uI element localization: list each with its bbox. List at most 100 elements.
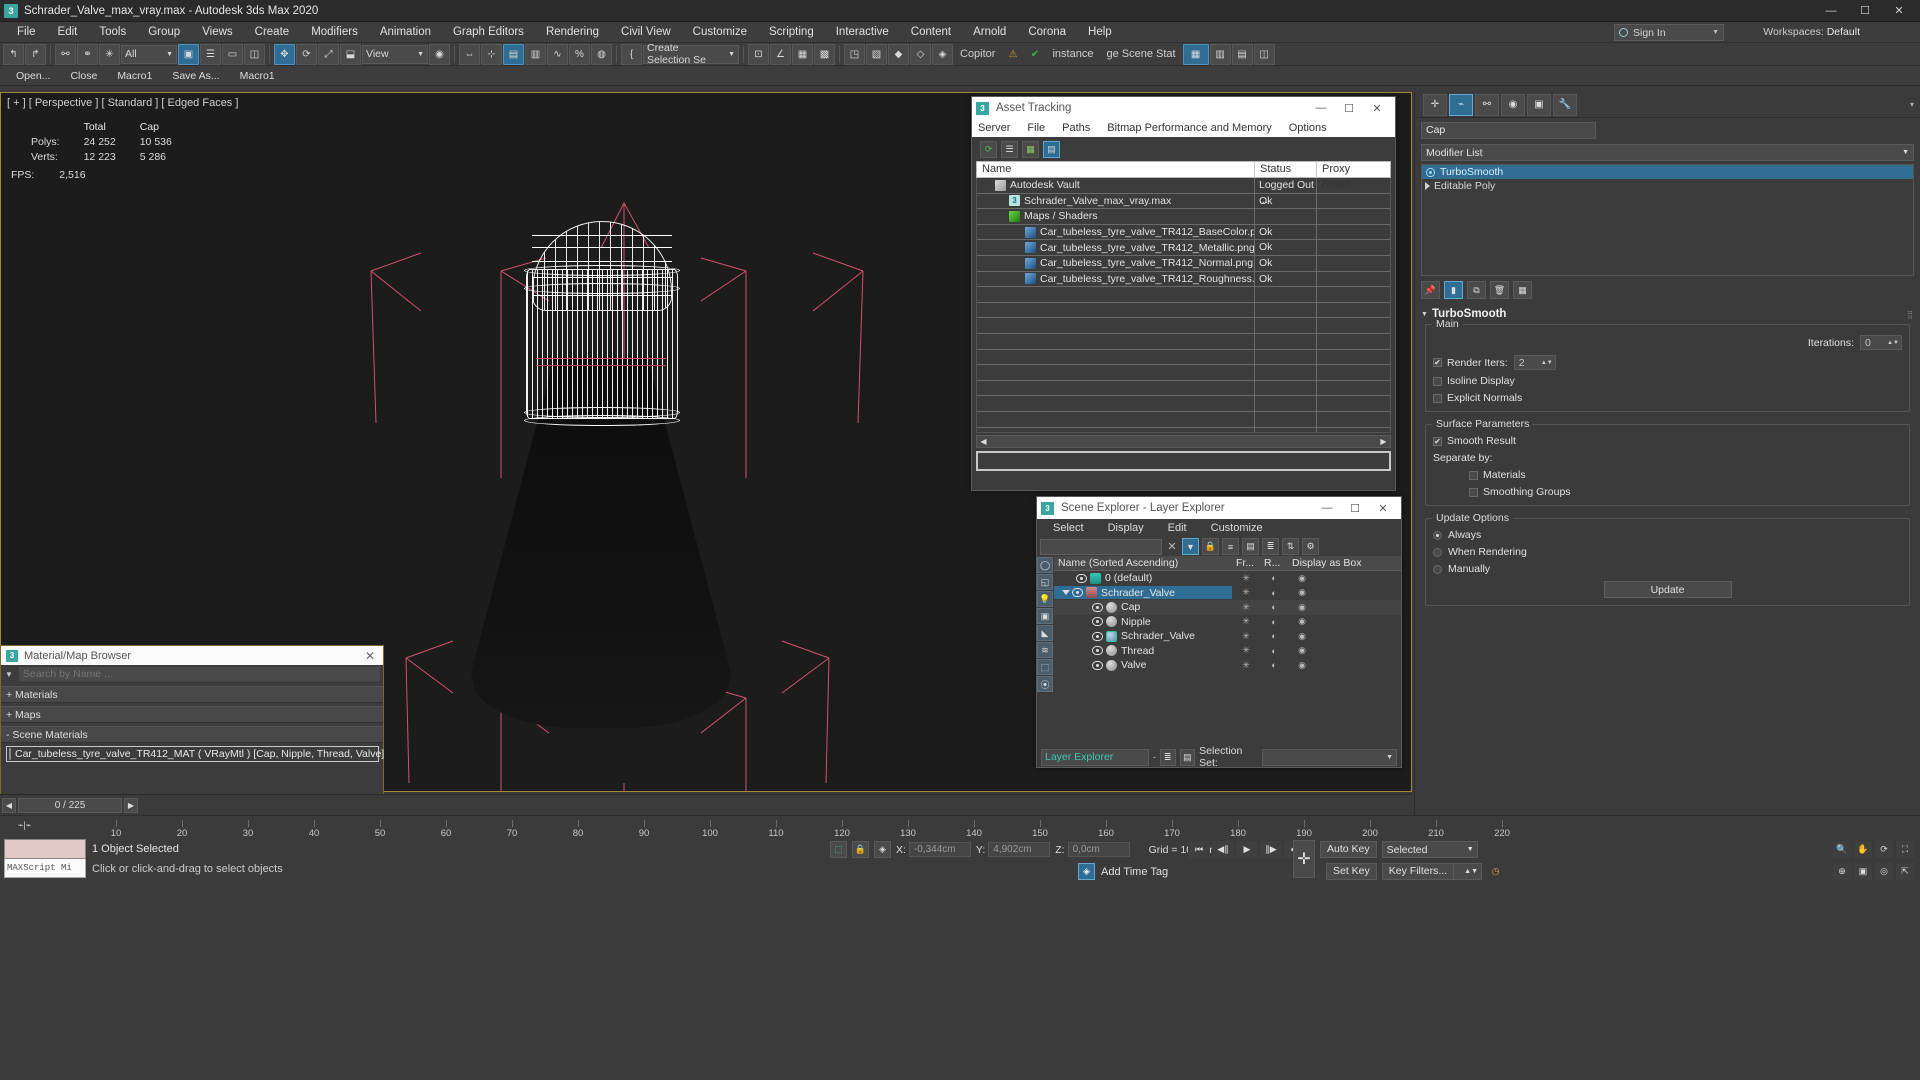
walkthrough-icon[interactable]: ⇱ xyxy=(1896,863,1914,880)
visibility-eye-icon[interactable] xyxy=(1072,588,1083,598)
menu-arnold[interactable]: Arnold xyxy=(962,22,1017,43)
tab-hierarchy[interactable]: ⚯ xyxy=(1475,93,1499,116)
tab-motion[interactable]: ◉ xyxy=(1501,93,1525,116)
explorer-table-icon[interactable]: ▤ xyxy=(1179,748,1196,766)
list-item[interactable]: Thread ✳ ◐ ◉ xyxy=(1054,644,1401,659)
auto-key-button[interactable]: Auto Key xyxy=(1320,841,1377,858)
close-icon[interactable]: ✕ xyxy=(365,649,378,663)
menu-create[interactable]: Create xyxy=(244,22,301,43)
instance-label[interactable]: instance xyxy=(1046,48,1099,60)
configure-modifier-sets-icon[interactable]: ▦ xyxy=(1513,281,1532,299)
menu-civil-view[interactable]: Civil View xyxy=(610,22,682,43)
redo-icon[interactable]: ↱ xyxy=(25,43,46,65)
materials-group-header[interactable]: + Materials xyxy=(1,686,383,703)
bind-space-warp-icon[interactable]: ✳ xyxy=(99,43,120,65)
render-cell[interactable]: ◐ xyxy=(1260,617,1288,627)
display-box-cell[interactable]: ◉ xyxy=(1288,645,1316,656)
x-coordinate[interactable]: X: -0,344cm xyxy=(896,842,971,857)
material-map-browser-panel[interactable]: 3 Material/Map Browser ✕ ▼ + Materials +… xyxy=(0,645,384,795)
scene-explorer-table[interactable]: Name (Sorted Ascending) Fr... R... Displ… xyxy=(1054,556,1401,746)
menu-customize[interactable]: Customize xyxy=(682,22,758,43)
list-item[interactable]: 0 (default) ✳ ◐ ◉ xyxy=(1054,571,1401,586)
selection-filter-dropdown[interactable]: All ▼ xyxy=(121,44,177,64)
column-display-as-box[interactable]: Display as Box xyxy=(1288,556,1401,570)
schrader-valve-model[interactable] xyxy=(331,103,951,791)
close-button-tb[interactable]: Close xyxy=(60,67,107,85)
track-bar[interactable]: ◀ 0 / 225 ▶ xyxy=(0,794,1412,815)
key-filters-button[interactable]: Key Filters... xyxy=(1381,863,1455,880)
angle-snap-icon[interactable]: ∠ xyxy=(770,43,791,65)
scene-materials-group-header[interactable]: - Scene Materials xyxy=(1,726,383,743)
chevron-down-icon[interactable]: ▼ xyxy=(5,670,13,679)
update-always-radio[interactable] xyxy=(1433,530,1442,540)
menu-rendering[interactable]: Rendering xyxy=(535,22,610,43)
column-render[interactable]: R... xyxy=(1260,556,1288,570)
window-crossing-icon[interactable]: ◫ xyxy=(244,43,265,65)
list-view-icon[interactable]: ☰ xyxy=(1001,140,1018,158)
column-status[interactable]: Status xyxy=(1255,162,1317,177)
se-menu-display[interactable]: Display xyxy=(1108,522,1144,534)
render-iterative-icon[interactable]: ◇ xyxy=(910,43,931,65)
materials-checkbox[interactable] xyxy=(1469,470,1478,480)
schematic-view-icon[interactable]: % xyxy=(569,43,590,65)
play-animation-icon[interactable]: ▶ xyxy=(1236,841,1258,858)
at-menu-options[interactable]: Options xyxy=(1289,122,1327,134)
open-button[interactable]: Open... xyxy=(6,67,60,85)
freeze-cell[interactable]: ✳ xyxy=(1232,631,1260,642)
dual-panel-icon[interactable]: ◫ xyxy=(1253,43,1275,65)
absolute-relative-mode-icon[interactable]: ◈ xyxy=(874,841,891,858)
smoothing-groups-row[interactable]: Smoothing Groups xyxy=(1433,486,1902,498)
use-pivot-center-icon[interactable]: ◉ xyxy=(429,43,450,65)
render-cell[interactable]: ◐ xyxy=(1260,573,1288,583)
horizontal-scrollbar[interactable]: ◀ ▶ xyxy=(976,435,1391,448)
expand-triangle-icon[interactable] xyxy=(1062,590,1070,596)
visibility-eye-icon[interactable] xyxy=(1092,617,1103,627)
sort-icon[interactable]: ⇅ xyxy=(1282,538,1299,555)
at-menu-paths[interactable]: Paths xyxy=(1062,122,1090,134)
select-and-place-icon[interactable]: ⬓ xyxy=(340,43,361,65)
se-menu-customize[interactable]: Customize xyxy=(1211,522,1263,534)
scene-state-label[interactable]: ge Scene Stat xyxy=(1100,48,1181,60)
menu-content[interactable]: Content xyxy=(900,22,962,43)
lock-icon[interactable]: 🔒 xyxy=(1202,538,1219,555)
filter-helpers-icon[interactable]: ◣ xyxy=(1037,625,1053,641)
scroll-right-icon[interactable]: ▶ xyxy=(1377,437,1390,446)
panel-icon[interactable]: ▤ xyxy=(1231,43,1253,65)
menu-tools[interactable]: Tools xyxy=(88,22,137,43)
filter-icon[interactable]: ▼ xyxy=(1182,538,1199,555)
go-to-start-icon[interactable]: ⏮ xyxy=(1188,841,1210,858)
render-cell[interactable]: ◐ xyxy=(1260,646,1288,656)
smoothing-groups-checkbox[interactable] xyxy=(1469,487,1478,497)
smooth-result-checkbox[interactable]: ✔ xyxy=(1433,436,1442,446)
update-when-rendering-row[interactable]: When Rendering xyxy=(1433,546,1902,558)
display-box-cell[interactable]: ◉ xyxy=(1288,631,1316,642)
menu-group[interactable]: Group xyxy=(137,22,191,43)
warning-icon[interactable]: ⚠ xyxy=(1002,44,1023,65)
close-icon[interactable]: ✕ xyxy=(1363,97,1391,119)
orbit-icon[interactable]: ⟳ xyxy=(1875,841,1893,858)
maximize-viewport-icon[interactable]: ⛶ xyxy=(1896,841,1914,858)
render-cell[interactable]: ◐ xyxy=(1260,631,1288,641)
visibility-eye-icon[interactable] xyxy=(1092,660,1103,670)
tab-display[interactable]: ▣ xyxy=(1527,93,1551,116)
maps-group-header[interactable]: + Maps xyxy=(1,706,383,723)
unlink-icon[interactable]: ⚭ xyxy=(77,43,98,65)
freeze-cell[interactable]: ✳ xyxy=(1232,660,1260,671)
next-key-icon[interactable]: ▶ xyxy=(124,797,138,813)
menu-help[interactable]: Help xyxy=(1077,22,1123,43)
visibility-eye-icon[interactable] xyxy=(1092,602,1103,612)
visibility-eye-icon[interactable] xyxy=(1092,646,1103,656)
key-clock-icon[interactable]: ◷ xyxy=(1487,863,1504,880)
maximize-icon[interactable]: ☐ xyxy=(1335,97,1363,119)
explicit-normals-row[interactable]: Explicit Normals xyxy=(1433,392,1902,404)
checkmark-icon[interactable]: ✔ xyxy=(1024,44,1045,65)
zoom-extents-icon[interactable]: ⊕ xyxy=(1833,863,1851,880)
menu-corona[interactable]: Corona xyxy=(1017,22,1077,43)
lightbulb-icon[interactable] xyxy=(1425,167,1436,178)
add-time-tag[interactable]: ◈ Add Time Tag xyxy=(1078,863,1168,880)
object-name-field[interactable]: Cap xyxy=(1421,122,1596,139)
update-when-rendering-radio[interactable] xyxy=(1433,547,1442,557)
modifier-list-dropdown[interactable]: Modifier List ▼ xyxy=(1421,144,1914,161)
table-row[interactable]: Car_tubeless_tyre_valve_TR412_Metallic.p… xyxy=(977,240,1390,256)
minimize-icon[interactable]: — xyxy=(1313,497,1341,519)
